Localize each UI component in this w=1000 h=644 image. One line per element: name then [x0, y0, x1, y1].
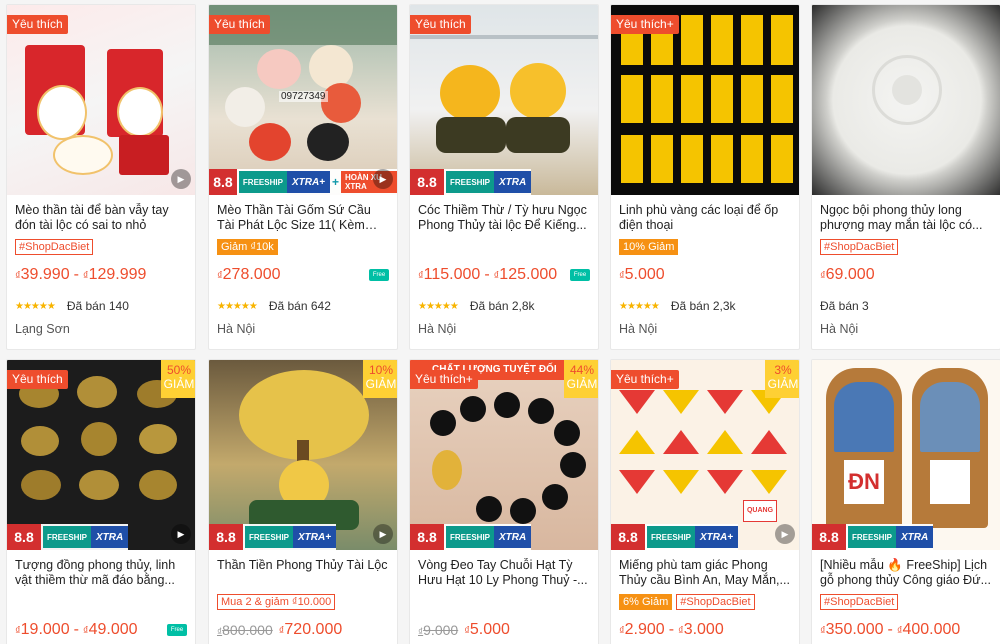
discount-badge: 3% GIẢM	[765, 360, 799, 398]
product-name[interactable]: [Nhiều mẫu 🔥 FreeShip] Lịch gỗ phong thủ…	[820, 558, 992, 588]
promo-banner: 8.8 FREESHIP XTRA	[7, 524, 129, 550]
freeship-truck-icon: Free	[167, 624, 187, 636]
product-image[interactable]: QUANG Yêu thích+ 3% GIẢM 8.8 FREESHIP XT…	[611, 360, 799, 550]
product-name[interactable]: Mèo Thần Tài Gốm Sứ Cầu Tài Phát Lộc Siz…	[217, 203, 389, 233]
product-card[interactable]: 09727349 Yêu thích 8.8 FREESHIP XTRA+ + …	[208, 4, 398, 350]
favorite-plus-badge: Yêu thích+	[611, 15, 679, 34]
price: ₫9.000 ₫5.000	[418, 621, 510, 638]
shop-location: Hà Nội	[619, 322, 658, 336]
product-name[interactable]: Cóc Thiềm Thừ / Tỳ hưu Ngọc Phong Thủy t…	[418, 203, 590, 233]
bundle-deal-tag: Mua 2 & giảm ₫10.000	[217, 594, 336, 610]
product-card[interactable]: CHẤT LƯỢNG TUYỆT ĐỐI Yêu thích+ 44% GIẢM…	[409, 359, 599, 644]
price-range: ₫350.000 - ₫400.000	[820, 621, 961, 638]
product-card[interactable]: QUANG Yêu thích+ 3% GIẢM 8.8 FREESHIP XT…	[610, 359, 800, 644]
rating-stars: ★★★★★	[418, 300, 459, 312]
product-name[interactable]: Ngọc bội phong thủy long phượng may mắn …	[820, 203, 992, 233]
discount-tag: 6% Giảm	[619, 594, 673, 610]
freeship-truck-icon: Free	[570, 269, 590, 281]
price: ₫278.000 Free	[217, 260, 389, 290]
original-price: ₫800.000	[217, 622, 273, 638]
shop-tag: #ShopDacBiet	[820, 239, 899, 255]
product-image[interactable]: ĐN 8.8 FREESHIP XTRA	[812, 360, 1000, 550]
calendar-date: ĐN	[844, 460, 884, 504]
favorite-badge: Yêu thích	[7, 370, 68, 389]
shop-location: Lạng Sơn	[15, 322, 70, 336]
rating-stars: ★★★★★	[619, 300, 660, 312]
price-range: ₫2.900 - ₫3.000	[619, 621, 724, 638]
product-card[interactable]: ĐN 8.8 FREESHIP XTRA [Nhiều mẫu 🔥 FreeSh…	[811, 359, 1000, 644]
shop-tag: #ShopDacBiet	[820, 594, 899, 610]
promo-banner: 8.8 FREESHIP XTRA+	[611, 524, 739, 550]
wooden-calendar-image: ĐN	[812, 360, 1000, 550]
product-card[interactable]: Yêu thích 50% GIẢM 8.8 FREESHIP XTRA ▶ T…	[6, 359, 196, 644]
price: ₫69.000	[820, 266, 875, 283]
play-video-icon[interactable]: ▶	[171, 524, 191, 544]
promo-banner: 8.8 FREESHIP XTRA+ + HOÀN XU XTRA	[209, 169, 397, 195]
product-name[interactable]: Vòng Đeo Tay Chuỗi Hạt Tỳ Hưu Hạt 10 Ly …	[418, 558, 590, 588]
sold-count: Đã bán 3	[820, 299, 869, 313]
play-video-icon[interactable]: ▶	[171, 169, 191, 189]
favorite-badge: Yêu thích	[410, 15, 471, 34]
jade-pendant-image	[812, 5, 1000, 195]
product-image[interactable]: Yêu thích 8.8 FREESHIP XTRA	[410, 5, 598, 195]
product-image[interactable]: Yêu thích 50% GIẢM 8.8 FREESHIP XTRA ▶	[7, 360, 195, 550]
sold-count: ★★★★★ Đã bán 140	[15, 299, 129, 313]
play-video-icon[interactable]: ▶	[373, 524, 393, 544]
product-name[interactable]: Thần Tiền Phong Thủy Tài Lộc	[217, 558, 389, 588]
price-range: ₫19.000 - ₫49.000 Free	[15, 615, 187, 644]
discount-tag: 10% Giảm	[619, 239, 679, 255]
promo-banner: 8.8 FREESHIP XTRA	[812, 524, 934, 550]
product-image[interactable]: 09727349 Yêu thích 8.8 FREESHIP XTRA+ + …	[209, 5, 397, 195]
product-image[interactable]: CHẤT LƯỢNG TUYỆT ĐỐI Yêu thích+ 44% GIẢM…	[410, 360, 598, 550]
sold-count: ★★★★★ Đã bán 2,3k	[619, 299, 736, 313]
phone-watermark: 09727349	[279, 91, 328, 102]
shop-location: Hà Nội	[217, 322, 256, 336]
play-video-icon[interactable]: ▶	[373, 169, 393, 189]
promo-banner: 8.8 FREESHIP XTRA	[410, 169, 532, 195]
favorite-plus-badge: Yêu thích+	[611, 370, 679, 389]
product-name[interactable]: Mèo thần tài để bàn vẫy tay đón tài lộc …	[15, 203, 187, 233]
price: ₫800.000 ₫720.000	[217, 621, 343, 638]
product-card[interactable]: Ngọc bội phong thủy long phượng may mắn …	[811, 4, 1000, 350]
discount-badge: 50% GIẢM	[161, 360, 195, 398]
shop-location: Hà Nội	[820, 322, 859, 336]
freeship-truck-icon: Free	[369, 269, 389, 281]
product-card[interactable]: Yêu thích ▶ Mèo thần tài để bàn vẫy tay …	[6, 4, 196, 350]
favorite-badge: Yêu thích	[209, 15, 270, 34]
shop-logo: QUANG	[743, 500, 777, 522]
product-card[interactable]: Yêu thích+ Linh phù vàng các loại để ốp …	[610, 4, 800, 350]
product-image[interactable]: Yêu thích ▶	[7, 5, 195, 195]
promo-banner: 8.8 FREESHIP XTRA	[410, 524, 532, 550]
product-name[interactable]: Miếng phù tam giác Phong Thủy cầu Bình A…	[619, 558, 791, 588]
play-video-icon[interactable]: ▶	[775, 524, 795, 544]
sold-count: ★★★★★ Đã bán 2,8k	[418, 299, 535, 313]
original-price: ₫9.000	[418, 622, 459, 638]
discount-badge: 10% GIẢM	[363, 360, 397, 398]
promo-banner: 8.8 FREESHIP XTRA+	[209, 524, 337, 550]
rating-stars: ★★★★★	[15, 300, 56, 312]
shop-tag: #ShopDacBiet	[676, 594, 755, 610]
shop-tag: #ShopDacBiet	[15, 239, 94, 255]
price: ₫5.000	[619, 266, 665, 283]
price-range: ₫39.990 - ₫129.999	[15, 266, 147, 283]
rating-stars: ★★★★★	[217, 300, 258, 312]
product-card[interactable]: 10% GIẢM 8.8 FREESHIP XTRA+ ▶ Thần Tiền …	[208, 359, 398, 644]
favorite-badge: Yêu thích	[7, 15, 68, 34]
sold-count: ★★★★★ Đã bán 642	[217, 299, 331, 313]
discount-tag: Giảm ₫10k	[217, 239, 278, 255]
product-name[interactable]: Tượng đồng phong thủy, linh vật thiềm th…	[15, 558, 187, 588]
product-image[interactable]	[812, 5, 1000, 195]
favorite-plus-badge: Yêu thích+	[410, 370, 478, 389]
product-image[interactable]: 10% GIẢM 8.8 FREESHIP XTRA+ ▶	[209, 360, 397, 550]
product-card[interactable]: Yêu thích 8.8 FREESHIP XTRA Cóc Thiềm Th…	[409, 4, 599, 350]
product-image[interactable]: Yêu thích+	[611, 5, 799, 195]
shop-location: Hà Nội	[418, 322, 457, 336]
discount-badge: 44% GIẢM	[564, 360, 598, 398]
product-name[interactable]: Linh phù vàng các loại để ốp điện thoại	[619, 203, 791, 233]
price-range: ₫115.000 - ₫125.000 Free	[418, 260, 590, 290]
